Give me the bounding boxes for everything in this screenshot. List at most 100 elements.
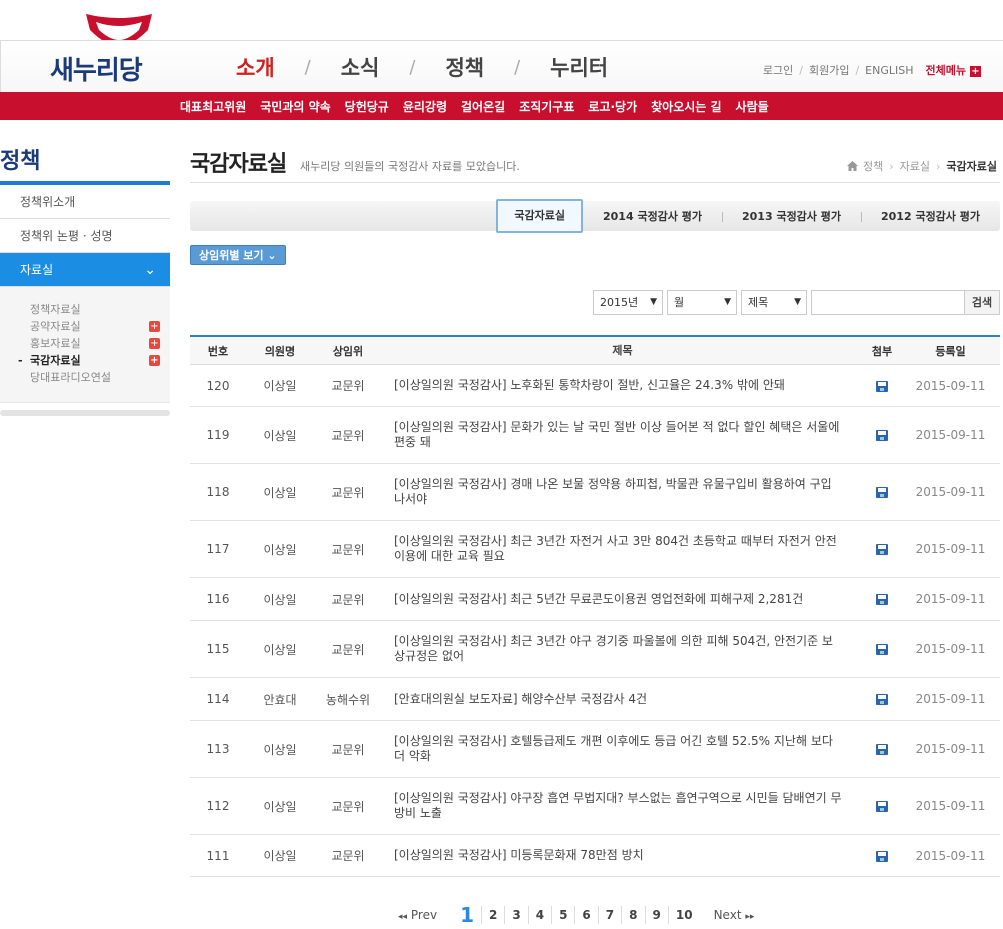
subnav-item[interactable]: 대표최고위원: [180, 98, 246, 115]
cell-member: 이상일: [263, 542, 297, 557]
cell-title-link[interactable]: [이상일의원 국정감사] 최근 3년간 자전거 사고 3만 804건 초등학교 …: [382, 534, 863, 564]
prev-page-button[interactable]: ◂◂ Prev: [398, 908, 437, 922]
floppy-disk-icon[interactable]: [876, 694, 888, 705]
table-row[interactable]: 120 이상일 교문위 [이상일의원 국정감사] 노후화된 통학차량이 절반, 신고율…: [190, 365, 1000, 407]
lnb-sub-item-current[interactable]: 국감자료실 +: [0, 352, 170, 369]
english-link[interactable]: ENGLISH: [865, 64, 913, 77]
floppy-disk-icon[interactable]: [876, 487, 888, 498]
subnav-item[interactable]: 사람들: [736, 98, 769, 115]
page-number-current[interactable]: 1: [460, 903, 474, 927]
floppy-disk-icon[interactable]: [876, 380, 888, 392]
cell-title-link[interactable]: [이상일의원 국정감사] 최근 3년간 야구 경기중 파울볼에 의한 피해 50…: [382, 634, 863, 664]
cell-title-link[interactable]: [이상일의원 국정감사] 호텔등급제도 개편 이후에도 등급 어긴 호텔 52.…: [382, 734, 863, 764]
cell-date: 2015-09-11: [915, 848, 986, 863]
cell-member: 안효대: [263, 692, 297, 707]
cell-member: 이상일: [263, 742, 297, 757]
subnav-item[interactable]: 윤리강령: [403, 98, 447, 115]
subnav-item[interactable]: 당헌당규: [345, 98, 389, 115]
table-row[interactable]: 112 이상일 교문위 [이상일의원 국정감사] 야구장 흡연 무법지대? 부스없는 …: [190, 778, 1000, 835]
tab-audit-archive[interactable]: 국감자료실: [496, 199, 583, 233]
subnav-item[interactable]: 로고·당가: [588, 98, 637, 115]
table-row[interactable]: 113 이상일 교문위 [이상일의원 국정감사] 호텔등급제도 개편 이후에도 등급 …: [190, 721, 1000, 778]
table-row[interactable]: 116 이상일 교문위 [이상일의원 국정감사] 최근 5년간 무료콘도이용권 영업전…: [190, 578, 1000, 621]
page-number[interactable]: 7: [606, 908, 614, 922]
lnb-sub-item[interactable]: 홍보자료실 +: [0, 335, 170, 352]
tab-2013-eval[interactable]: 2013 국정감사 평가: [722, 208, 861, 224]
title-divider: [190, 182, 1000, 183]
brand-logo[interactable]: 새누리당: [50, 50, 143, 87]
archive-table: 번호 의원명 상임위 제목 첨부 등록일 120 이상일 교문위 [이상일의원 국정감…: [190, 335, 1000, 877]
cell-member: 이상일: [263, 428, 297, 443]
floppy-disk-icon[interactable]: [876, 544, 888, 555]
col-header-title: 제목: [612, 344, 633, 357]
page-number[interactable]: 10: [676, 908, 693, 922]
expand-plus-icon[interactable]: +: [149, 338, 160, 349]
cell-title-link[interactable]: [이상일의원 국정감사] 경매 나온 보물 정약용 하피첩, 박물관 유물구입비…: [382, 477, 863, 507]
all-menu-button[interactable]: 전체메뉴 +: [926, 62, 981, 78]
lnb-item-statements[interactable]: 정책위 논평 · 성명: [0, 219, 170, 253]
expand-plus-icon[interactable]: +: [149, 355, 160, 366]
subnav-item[interactable]: 조직기구표: [519, 98, 574, 115]
cell-title-link[interactable]: [이상일의원 국정감사] 노후화된 통학차량이 절반, 신고율은 24.3% 밖…: [382, 378, 863, 393]
table-row[interactable]: 111 이상일 교문위 [이상일의원 국정감사] 미등록문화재 78만점 방치 2015…: [190, 835, 1000, 877]
cell-title-link[interactable]: [안효대의원실 보도자료] 해양수산부 국정감사 4건: [382, 692, 863, 707]
table-row[interactable]: 115 이상일 교문위 [이상일의원 국정감사] 최근 3년간 야구 경기중 파울볼에…: [190, 621, 1000, 678]
cell-title-link[interactable]: [이상일의원 국정감사] 문화가 있는 날 국민 절반 이상 들어본 적 없다 …: [382, 420, 863, 450]
table-row[interactable]: 118 이상일 교문위 [이상일의원 국정감사] 경매 나온 보물 정약용 하피첩, …: [190, 464, 1000, 521]
floppy-disk-icon[interactable]: [876, 594, 888, 605]
cell-title-link[interactable]: [이상일의원 국정감사] 미등록문화재 78만점 방치: [382, 848, 863, 863]
field-select[interactable]: 제목 ▼: [741, 290, 807, 315]
gnb-item-intro[interactable]: 소개: [236, 52, 275, 82]
tab-2012-eval[interactable]: 2012 국정감사 평가: [861, 208, 1000, 224]
home-icon[interactable]: [846, 161, 858, 171]
page-number[interactable]: 3: [512, 908, 520, 922]
gnb-item-nurite[interactable]: 누리터: [550, 52, 608, 82]
month-select[interactable]: 월 ▼: [667, 290, 737, 315]
year-select[interactable]: 2015년 ▼: [593, 290, 663, 315]
gnb-item-policy[interactable]: 정책: [445, 52, 484, 82]
table-row[interactable]: 119 이상일 교문위 [이상일의원 국정감사] 문화가 있는 날 국민 절반 이상 …: [190, 407, 1000, 464]
breadcrumb-item[interactable]: 정책: [863, 158, 883, 174]
breadcrumb-item[interactable]: 자료실: [900, 158, 930, 174]
expand-plus-icon[interactable]: +: [149, 321, 160, 332]
search-button[interactable]: 검색: [964, 290, 1000, 315]
page-number[interactable]: 6: [582, 908, 590, 922]
committee-filter-button[interactable]: 상임위별 보기 ⌄: [190, 245, 286, 265]
cell-member: 이상일: [263, 849, 297, 863]
lnb-item-policy-intro[interactable]: 정책위소개: [0, 185, 170, 219]
lnb-item-archive[interactable]: 자료실 ⌄: [0, 253, 170, 287]
cell-title-link[interactable]: [이상일의원 국정감사] 최근 5년간 무료콘도이용권 영업전화에 피해구제 2…: [382, 592, 863, 607]
page-number[interactable]: 2: [489, 908, 497, 922]
table-row[interactable]: 114 안효대 농해수위 [안효대의원실 보도자료] 해양수산부 국정감사 4건 201…: [190, 678, 1000, 721]
lnb-sub-item[interactable]: 공약자료실 +: [0, 318, 170, 335]
join-link[interactable]: 회원가입: [809, 62, 849, 78]
cell-date: 2015-09-11: [915, 542, 986, 556]
floppy-disk-icon[interactable]: [876, 801, 888, 812]
page-number[interactable]: 9: [653, 908, 661, 922]
page-number[interactable]: 4: [536, 908, 544, 922]
subnav-item[interactable]: 걸어온길: [461, 98, 505, 115]
tab-2014-eval[interactable]: 2014 국정감사 평가: [583, 208, 722, 224]
cell-title-link[interactable]: [이상일의원 국정감사] 야구장 흡연 무법지대? 부스없는 흡연구역으로 시민…: [382, 791, 863, 821]
cell-no: 113: [206, 742, 230, 756]
page-number[interactable]: 8: [629, 908, 637, 922]
floppy-disk-icon[interactable]: [876, 430, 888, 441]
floppy-disk-icon[interactable]: [876, 644, 888, 655]
search-input[interactable]: [811, 290, 965, 315]
double-right-arrow-icon: ▸▸: [745, 912, 755, 922]
lnb-sub-item[interactable]: 정책자료실: [0, 301, 170, 318]
cell-date: 2015-09-11: [915, 742, 986, 756]
lnb-sub-item[interactable]: 당대표라디오연설: [0, 369, 170, 386]
utility-menu: 로그인 / 회원가입 / ENGLISH 전체메뉴 +: [763, 62, 981, 78]
subnav-item[interactable]: 찾아오시는 길: [651, 98, 721, 115]
next-page-button[interactable]: Next ▸▸: [714, 908, 755, 922]
gnb-item-news[interactable]: 소식: [341, 52, 380, 82]
subnav-item[interactable]: 국민과의 약속: [260, 98, 330, 115]
floppy-disk-icon[interactable]: [876, 744, 888, 755]
login-link[interactable]: 로그인: [763, 62, 793, 78]
cell-attach: [863, 849, 901, 863]
page-number[interactable]: 5: [559, 908, 567, 922]
floppy-disk-icon[interactable]: [876, 850, 888, 862]
cell-no: 115: [206, 642, 230, 656]
table-row[interactable]: 117 이상일 교문위 [이상일의원 국정감사] 최근 3년간 자전거 사고 3만 8…: [190, 521, 1000, 578]
